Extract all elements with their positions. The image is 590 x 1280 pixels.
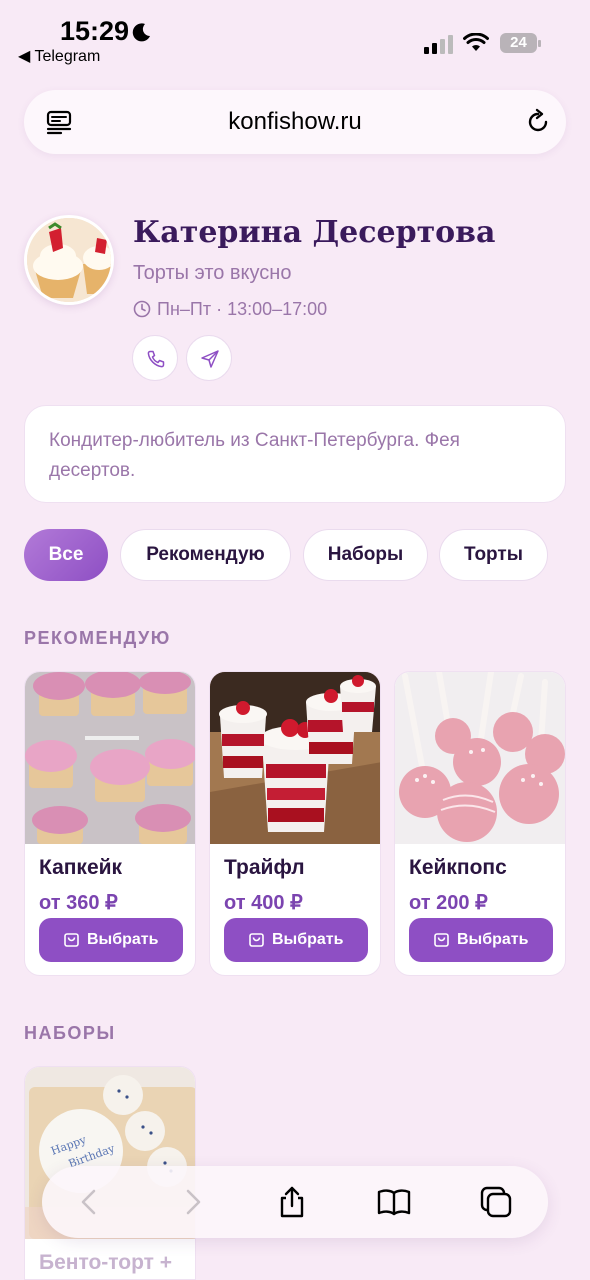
cupcake-image (25, 672, 195, 844)
section-title-recommended: РЕКОМЕНДУЮ (24, 628, 171, 648)
product-price: от 200 ₽ (409, 892, 488, 914)
shopping-bag-icon (64, 933, 79, 947)
product-name: Трайфл (224, 856, 305, 879)
wifi-icon (463, 33, 489, 51)
tabs-icon[interactable] (479, 1185, 513, 1219)
status-time: 15:29 (60, 16, 130, 46)
phone-icon (147, 350, 165, 368)
shopping-bag-icon (434, 933, 449, 947)
product-name: Кейкпопс (409, 856, 507, 879)
product-image (210, 672, 380, 844)
shopping-bag-icon (249, 933, 264, 947)
moon-icon (132, 23, 150, 42)
cellular-signal-icon (424, 35, 453, 54)
filter-chip-sets[interactable]: Наборы (303, 529, 428, 581)
call-button[interactable] (132, 335, 178, 381)
cakepops-image (395, 672, 565, 844)
select-button-label: Выбрать (87, 931, 159, 948)
product-card[interactable]: Кейкпопс от 200 ₽ Выбрать (394, 671, 566, 976)
product-price: от 360 ₽ (39, 892, 118, 914)
browser-url-bar[interactable]: konfishow.ru (24, 90, 566, 154)
bio-card: Кондитер-любитель из Санкт-Петербурга. Ф… (24, 405, 566, 503)
product-name: Бенто-торт + (39, 1251, 173, 1274)
send-icon (201, 350, 219, 368)
filter-chip-recommended[interactable]: Рекомендую (120, 529, 291, 581)
select-button-label: Выбрать (272, 931, 344, 948)
trifle-image (210, 672, 380, 844)
url-text[interactable]: konfishow.ru (24, 108, 566, 136)
filter-chip-all[interactable]: Все (24, 529, 108, 581)
back-to-telegram-link[interactable]: ◀ Telegram (18, 46, 100, 66)
product-image (25, 672, 195, 844)
profile-name: Катерина Десертова (133, 215, 496, 250)
clock-icon (133, 300, 151, 318)
avatar (24, 215, 114, 305)
bio-text: Кондитер-любитель из Санкт-Петербурга. Ф… (49, 430, 460, 481)
hours-text: Пн–Пт · 13:00–17:00 (157, 299, 328, 319)
back-arrow-icon[interactable] (72, 1185, 106, 1219)
product-image (395, 672, 565, 844)
select-button[interactable]: Выбрать (409, 918, 553, 962)
message-button[interactable] (186, 335, 232, 381)
browser-toolbar (42, 1166, 548, 1238)
battery-level: 24 (510, 34, 527, 51)
select-button[interactable]: Выбрать (39, 918, 183, 962)
status-bar: 15:29 ◀ Telegram 24 (0, 0, 590, 70)
section-title-sets: НАБОРЫ (24, 1023, 116, 1043)
forward-arrow-icon[interactable] (176, 1185, 210, 1219)
battery-indicator: 24 (500, 33, 541, 53)
reload-icon[interactable] (524, 108, 552, 136)
cupcake-avatar-image (27, 218, 111, 302)
filter-chip-cakes[interactable]: Торты (439, 529, 548, 581)
profile-tagline: Торты это вкусно (133, 262, 292, 284)
product-card[interactable]: Трайфл от 400 ₽ Выбрать (209, 671, 381, 976)
share-icon[interactable] (275, 1185, 309, 1219)
product-name: Капкейк (39, 856, 123, 879)
product-card[interactable]: Капкейк от 360 ₽ Выбрать (24, 671, 196, 976)
product-price: от 400 ₽ (224, 892, 303, 914)
select-button[interactable]: Выбрать (224, 918, 368, 962)
select-button-label: Выбрать (457, 931, 529, 948)
bookmarks-icon[interactable] (377, 1185, 411, 1219)
